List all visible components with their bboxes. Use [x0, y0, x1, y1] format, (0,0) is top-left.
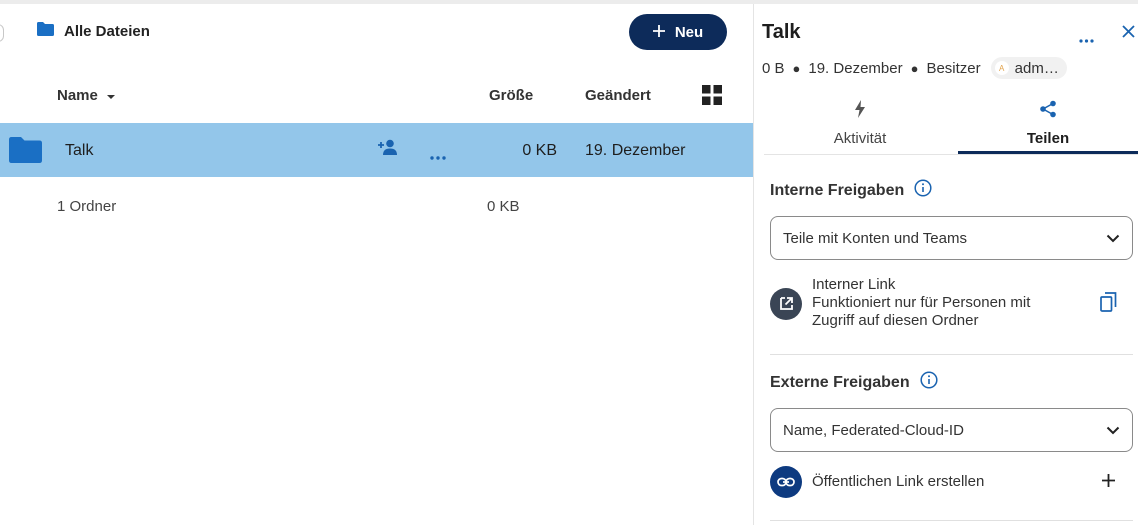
- column-header-size-label: Größe: [489, 87, 534, 104]
- info-icon[interactable]: [920, 371, 938, 394]
- tab-activity-label: Aktivität: [833, 130, 887, 147]
- section-divider: [770, 520, 1133, 521]
- internal-share-placeholder: Teile mit Konten und Teams: [783, 229, 967, 247]
- file-size: 0 KB: [522, 142, 557, 159]
- link-icon: [770, 466, 802, 498]
- breadcrumb[interactable]: Alle Dateien: [37, 22, 150, 41]
- section-divider: [770, 354, 1133, 355]
- internal-link-text: Interner Link Funktioniert nur für Perso…: [812, 276, 1030, 330]
- internal-link-row: Interner Link Funktioniert nur für Perso…: [770, 276, 1133, 336]
- column-header-name[interactable]: Name: [57, 87, 116, 104]
- chevron-down-icon: [1106, 230, 1120, 247]
- internal-shares-title: Interne Freigaben: [770, 181, 905, 199]
- internal-share-select[interactable]: Teile mit Konten und Teams: [770, 216, 1133, 260]
- plus-icon[interactable]: [1102, 474, 1115, 492]
- owner-name: adm…: [1014, 59, 1059, 77]
- plus-icon: [652, 24, 665, 41]
- tabs-divider: [764, 154, 1138, 155]
- copy-icon[interactable]: [1100, 292, 1117, 317]
- public-link-label: Öffentlichen Link erstellen: [812, 473, 985, 490]
- column-header-modified[interactable]: Geändert: [585, 87, 651, 104]
- column-header-modified-label: Geändert: [585, 87, 651, 104]
- more-options-icon[interactable]: [1079, 30, 1094, 48]
- file-meta: 0 B ● 19. Dezember ● Besitzer A adm…: [762, 57, 1067, 79]
- external-shares-heading: Externe Freigaben: [770, 371, 938, 394]
- external-share-select[interactable]: Name, Federated-Cloud-ID: [770, 408, 1133, 452]
- internal-link-desc: Zugriff auf diesen Ordner: [812, 312, 979, 329]
- internal-link-title: Interner Link: [812, 276, 896, 293]
- new-button-label: Neu: [674, 23, 704, 41]
- public-link-row[interactable]: Öffentlichen Link erstellen: [770, 464, 1133, 500]
- list-summary: 1 Ordner 0 KB: [0, 177, 753, 233]
- tab-activity[interactable]: Aktivität: [764, 96, 956, 154]
- folder-icon: [37, 22, 54, 41]
- external-share-placeholder: Name, Federated-Cloud-ID: [783, 421, 964, 439]
- lightning-icon: [764, 100, 956, 123]
- meta-size: 0 B: [762, 59, 785, 77]
- meta-date: 19. Dezember: [808, 59, 903, 77]
- navigation-toggle[interactable]: [0, 24, 4, 42]
- breadcrumb-label: Alle Dateien: [64, 23, 150, 40]
- grid-view-icon[interactable]: [702, 85, 722, 105]
- details-sidebar: Talk 0 B ● 19. Dezember ● Besitzer A adm…: [754, 4, 1138, 525]
- sort-down-icon: [106, 87, 116, 104]
- sidebar-title: Talk: [762, 21, 801, 43]
- file-modified: 19. Dezember: [585, 142, 686, 159]
- chevron-down-icon: [1106, 422, 1120, 439]
- close-icon[interactable]: [1122, 25, 1135, 43]
- internal-shares-heading: Interne Freigaben: [770, 179, 932, 202]
- tab-share[interactable]: Teilen: [958, 96, 1138, 154]
- share-user-icon[interactable]: [377, 139, 399, 160]
- summary-size: 0 KB: [487, 198, 520, 215]
- info-icon[interactable]: [914, 179, 932, 202]
- internal-link-desc: Funktioniert nur für Personen mit: [812, 294, 1031, 311]
- tab-share-label: Teilen: [1026, 130, 1070, 147]
- new-button[interactable]: Neu: [629, 14, 727, 50]
- summary-count: 1 Ordner: [57, 198, 117, 215]
- owner-chip[interactable]: A adm…: [990, 57, 1067, 79]
- meta-owner-label: Besitzer: [926, 59, 981, 77]
- file-name[interactable]: Talk: [65, 142, 93, 160]
- column-header-name-label: Name: [57, 87, 98, 104]
- avatar: A: [994, 61, 1009, 75]
- external-shares-title: Externe Freigaben: [770, 373, 910, 391]
- share-icon: [958, 100, 1138, 123]
- separator-dot: ●: [910, 60, 919, 76]
- column-header-size[interactable]: Größe: [489, 87, 533, 104]
- separator-dot: ●: [792, 60, 801, 76]
- table-row[interactable]: Talk 0 KB 19. Dezember: [0, 123, 753, 177]
- file-list: Alle Dateien Neu Name Größe Geändert Tal…: [0, 4, 753, 525]
- external-link-icon: [770, 288, 802, 320]
- more-actions-icon[interactable]: [430, 147, 446, 165]
- folder-icon: [9, 137, 42, 168]
